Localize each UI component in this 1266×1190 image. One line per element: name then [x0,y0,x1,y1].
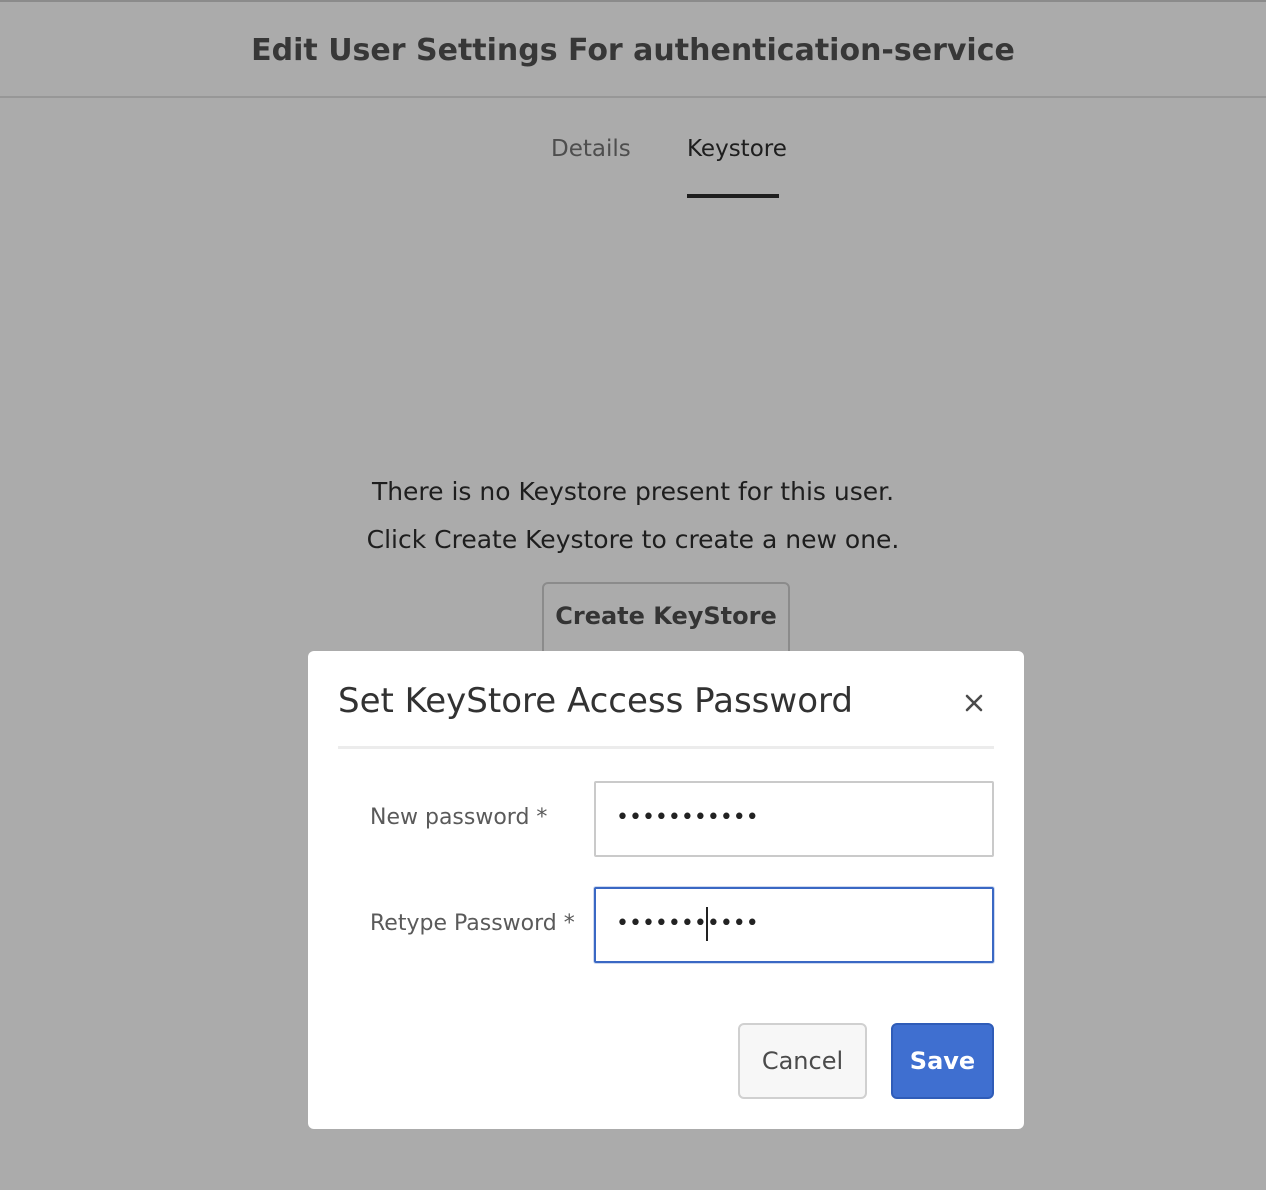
new-password-field[interactable]: ••••••••••• [594,781,994,857]
text-cursor [706,907,708,941]
retype-password-input[interactable] [594,887,994,963]
retype-password-label: Retype Password * [370,911,575,936]
new-password-input[interactable] [594,781,994,857]
close-icon[interactable] [960,689,988,717]
dialog-divider [338,746,994,749]
retype-password-field[interactable]: ••••••••••• [594,887,994,963]
save-button[interactable]: Save [891,1023,994,1099]
cancel-button[interactable]: Cancel [738,1023,867,1099]
set-password-dialog: Set KeyStore Access Password New passwor… [308,651,1024,1129]
new-password-label: New password * [370,805,548,830]
dialog-title: Set KeyStore Access Password [338,681,853,721]
